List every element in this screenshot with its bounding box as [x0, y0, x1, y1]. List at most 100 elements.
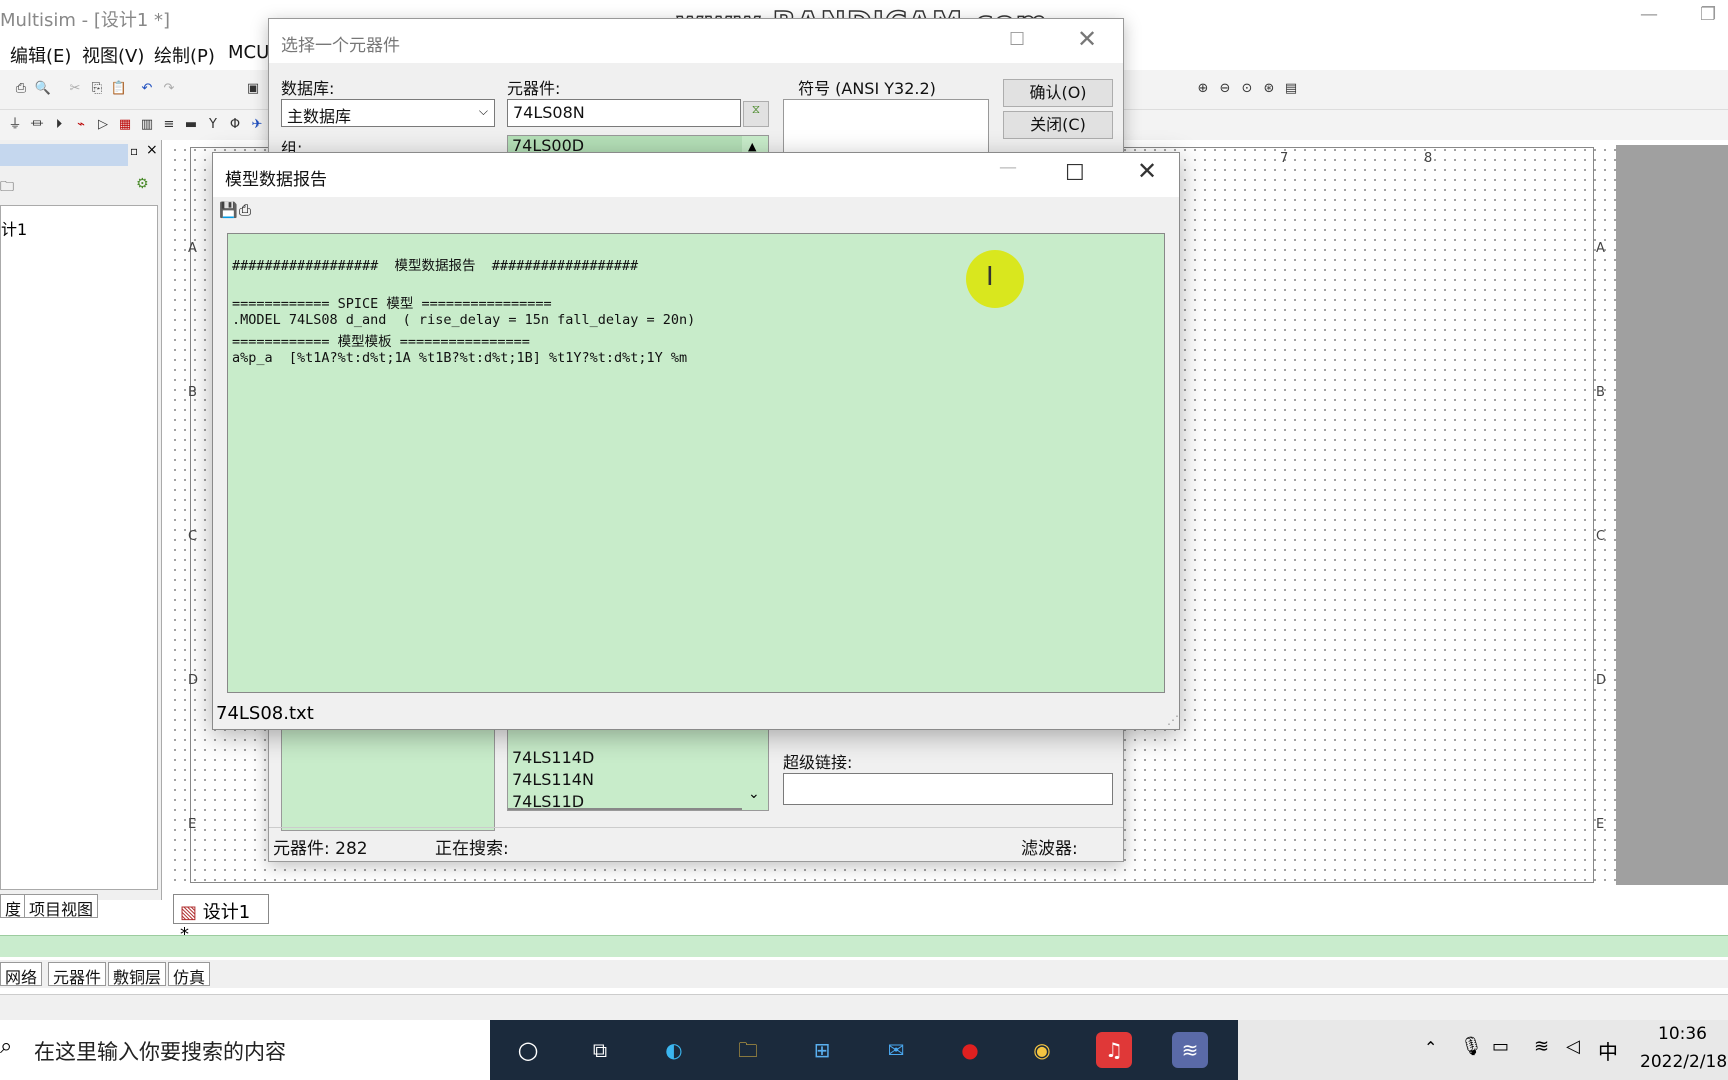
tab-nets[interactable]: 网络 — [0, 962, 43, 987]
menu-mcu[interactable]: MCU — [228, 42, 269, 63]
transistor-icon[interactable]: ⌁ — [72, 116, 90, 134]
wifi-icon[interactable]: ≋ — [1534, 1036, 1549, 1057]
status-bar — [0, 994, 1728, 1020]
print-icon[interactable]: ⎙ — [12, 80, 30, 98]
cortana-icon[interactable]: ○ — [510, 1032, 546, 1068]
volume-icon[interactable]: ◁ — [1566, 1036, 1580, 1057]
fullscreen-icon[interactable]: ▤ — [1282, 80, 1300, 98]
list-item[interactable]: 74LS114D — [512, 748, 594, 767]
tree-item-design[interactable]: 计1 — [1, 216, 27, 240]
clock-date[interactable]: 2022/2/18 — [1640, 1052, 1728, 1072]
redo-icon[interactable]: ↷ — [160, 80, 178, 98]
document-tab[interactable]: ▧ 设计1 * — [173, 894, 269, 945]
tab-components[interactable]: 元器件 — [48, 962, 107, 987]
mail-icon[interactable]: ✉ — [878, 1032, 914, 1068]
zoom-fit-icon[interactable]: ⊛ — [1260, 80, 1278, 98]
rf-icon[interactable]: Φ — [226, 116, 244, 134]
electromech-icon[interactable]: ✈ — [248, 116, 266, 134]
close-button[interactable]: 关闭(C) — [1003, 111, 1113, 139]
maximize-icon[interactable]: ☐ — [1065, 161, 1085, 186]
resize-grip-icon[interactable]: ⋰ — [1167, 713, 1179, 727]
row-label: B — [1596, 385, 1605, 400]
close-icon[interactable]: ✕ — [1137, 157, 1157, 185]
row-label: D — [1596, 673, 1607, 688]
col-label: 7 — [1280, 151, 1289, 166]
spreadsheet-tabs: 网络 元器件 敷铜层 仿真 — [0, 960, 1728, 988]
panel-pin-icon[interactable]: ▫ — [130, 144, 138, 158]
list-item[interactable]: 74LS114N — [512, 770, 594, 789]
minimize-icon[interactable]: — — [1640, 4, 1658, 25]
component-input[interactable]: 74LS08N — [507, 99, 741, 127]
settings-icon[interactable]: ⚙ — [136, 176, 149, 192]
basic-icon[interactable]: ⏛ — [28, 116, 46, 134]
record-icon[interactable]: ● — [952, 1032, 988, 1068]
indicator-icon[interactable]: ▬ — [182, 116, 200, 134]
panel-header — [0, 144, 128, 166]
zoom-area-icon[interactable]: ⊙ — [1238, 80, 1256, 98]
report-line: ============ SPICE 模型 ================ — [232, 296, 552, 312]
hscrollbar[interactable] — [508, 808, 742, 810]
sheet-icon[interactable]: ▣ — [244, 80, 262, 98]
save-icon[interactable]: 💾 — [219, 201, 238, 219]
print-preview-icon[interactable]: 🔍 — [34, 80, 52, 98]
row-label: A — [188, 241, 197, 256]
minimize-icon[interactable]: — — [999, 157, 1017, 178]
folder-icon[interactable]: 🗀 — [0, 176, 14, 200]
clock-time[interactable]: 10:36 — [1658, 1024, 1707, 1044]
menu-edit[interactable]: 编辑(E) — [10, 42, 71, 68]
multisim-icon[interactable]: ≋ — [1172, 1032, 1208, 1068]
print-icon[interactable]: ⎙ — [239, 201, 251, 219]
edge-icon[interactable]: ◐ — [656, 1032, 692, 1068]
tab-copper-layers[interactable]: 敷铜层 — [108, 962, 167, 987]
task-view-icon[interactable]: ⧉ — [582, 1032, 618, 1068]
paste-icon[interactable]: 📋 — [110, 80, 128, 98]
cmos-icon[interactable]: ▥ — [138, 116, 156, 134]
music-icon[interactable]: ♫ — [1096, 1032, 1132, 1068]
store-icon[interactable]: ⊞ — [804, 1032, 840, 1068]
taskbar: ⌕ 在这里输入你要搜索的内容 ○ ⧉ ◐ 🗀 ⊞ ✉ ● ◉ ♫ ≋ ⌃ 🎙 ▭… — [0, 1020, 1728, 1080]
tab-project-view[interactable]: 项目视图 — [24, 894, 99, 919]
chevron-up-icon[interactable]: ⌃ — [1424, 1038, 1437, 1057]
database-select[interactable]: 主数据库 ⌵ — [281, 99, 495, 127]
copy-icon[interactable]: ⎘ — [88, 80, 106, 98]
report-line: ################## 模型数据报告 ##############… — [232, 258, 639, 274]
misc-icon[interactable]: ≡ — [160, 116, 178, 134]
confirm-button[interactable]: 确认(O) — [1003, 79, 1113, 107]
menu-view[interactable]: 视图(V) — [82, 42, 144, 68]
zoom-out-icon[interactable]: ⊖ — [1216, 80, 1234, 98]
diode-icon[interactable]: ⏵ — [50, 116, 68, 134]
report-text-area[interactable]: ################## 模型数据报告 ##############… — [227, 233, 1165, 693]
cursor-highlight: I — [966, 250, 1024, 308]
panel-close-icon[interactable]: × — [146, 142, 158, 158]
zoom-in-icon[interactable]: ⊕ — [1194, 80, 1212, 98]
filter-icon[interactable]: ⧖ — [743, 101, 769, 127]
row-label: C — [1596, 529, 1606, 544]
power-icon[interactable]: Y — [204, 116, 222, 134]
search-placeholder: 在这里输入你要搜索的内容 — [34, 1040, 286, 1064]
database-label: 数据库: — [281, 79, 335, 98]
ime-indicator[interactable]: 中 — [1598, 1036, 1618, 1065]
microphone-icon[interactable]: 🎙 — [1460, 1036, 1483, 1057]
cut-icon[interactable]: ✂ — [66, 80, 84, 98]
report-title: 模型数据报告 — [225, 170, 327, 190]
undo-icon[interactable]: ↶ — [138, 80, 156, 98]
report-line: ============ 模型模板 ================ — [232, 334, 530, 350]
analog-icon[interactable]: ▷ — [94, 116, 112, 134]
close-icon[interactable]: ✕ — [1077, 25, 1097, 53]
restore-icon[interactable]: ❐ — [1700, 4, 1716, 25]
battery-icon[interactable]: ▭ — [1492, 1036, 1509, 1057]
source-icon[interactable]: ⏚ — [6, 116, 24, 134]
menu-draw[interactable]: 绘制(P) — [154, 42, 215, 68]
ttl-icon[interactable]: ▦ — [116, 116, 134, 134]
scroll-down-icon[interactable]: ⌄ — [748, 786, 760, 802]
hyperlink-field[interactable] — [783, 773, 1113, 805]
file-explorer-icon[interactable]: 🗀 — [730, 1032, 766, 1068]
canvas-margin — [1616, 145, 1728, 885]
chrome-icon[interactable]: ◉ — [1024, 1032, 1060, 1068]
tab-simulation[interactable]: 仿真 — [168, 962, 211, 987]
tab-hierarchy[interactable]: 度 — [0, 894, 27, 919]
maximize-icon[interactable]: ☐ — [1009, 29, 1025, 50]
filter-label: 滤波器: — [1021, 839, 1078, 859]
list-item[interactable]: 74LS11D — [512, 792, 584, 808]
taskbar-search[interactable]: ⌕ 在这里输入你要搜索的内容 — [0, 1020, 490, 1080]
